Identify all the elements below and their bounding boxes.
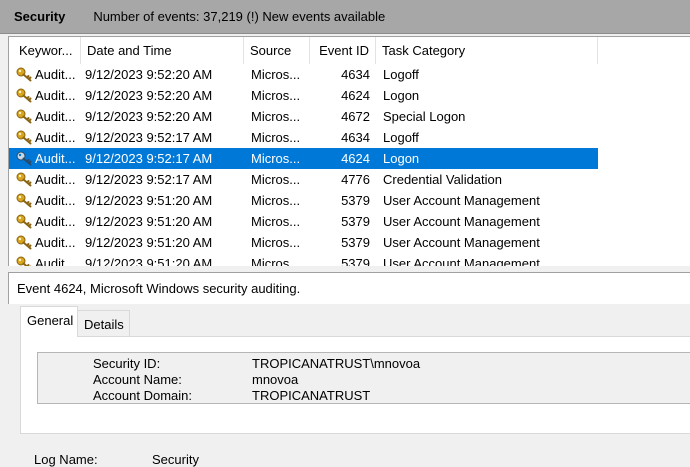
cell-date-time: 9/12/2023 9:51:20 AM [85,235,213,250]
cell-event-id: 4634 [341,67,370,82]
message-field-label: Account Name: [93,372,182,387]
column-header-source[interactable]: Source [244,37,310,64]
cell-task-category: User Account Management [383,214,540,229]
key-icon [16,193,32,208]
column-header-event-id[interactable]: Event ID [310,37,376,64]
log-name: Security [14,9,66,24]
cell-event-id: 5379 [341,214,370,229]
event-message-box[interactable]: Security ID: TROPICANATRUST\mnovoa Account… [37,352,690,404]
tab-details[interactable]: Details [78,310,130,337]
key-icon [16,109,32,124]
cell-date-time: 9/12/2023 9:51:20 AM [85,214,213,229]
cell-keywords: Audit... [35,214,76,229]
cell-date-time: 9/12/2023 9:52:20 AM [85,88,213,103]
cell-source: Micros... [251,172,301,187]
table-row-selected[interactable]: Audit... 9/12/2023 9:52:17 AM Micros... 462… [9,148,598,169]
cell-keywords: Audit... [35,193,76,208]
column-header-task-category[interactable]: Task Category [376,37,598,64]
table-row[interactable]: Audit... 9/12/2023 9:52:17 AM Micros... 477… [9,169,598,190]
cell-keywords: Audit... [35,235,76,250]
event-list[interactable]: Keywor... Date and Time Source Event ID … [8,36,690,268]
table-row[interactable]: Audit... 9/12/2023 9:51:20 AM Micros... 537… [9,211,598,232]
key-icon [16,130,32,145]
cell-date-time: 9/12/2023 9:52:17 AM [85,172,213,187]
cell-event-id: 4624 [341,88,370,103]
cell-date-time: 9/12/2023 9:52:20 AM [85,67,213,82]
cell-keywords: Audit... [35,172,76,187]
cell-source: Micros... [251,235,301,250]
cell-task-category: Logon [383,88,420,103]
column-header-date-time[interactable]: Date and Time [81,37,244,64]
event-detail-title: Event 4624, Microsoft Windows security a… [8,272,690,304]
log-title-bar: Security Number of events: 37,219 (!) Ne… [0,0,690,34]
cell-date-time: 9/12/2023 9:52:17 AM [85,151,213,166]
key-icon [16,151,32,166]
table-row[interactable]: Audit... 9/12/2023 9:51:20 AM Micros... 537… [9,190,598,211]
message-field-value: TROPICANATRUST [252,388,371,403]
cell-task-category: Logoff [383,130,419,145]
cell-keywords: Audit... [35,130,76,145]
key-icon [16,67,32,82]
cell-keywords: Audit... [35,151,76,166]
cell-event-id: 4624 [341,151,370,166]
general-tab-body: Security ID: TROPICANATRUST\mnovoa Account… [20,336,690,467]
cell-date-time: 9/12/2023 9:52:20 AM [85,109,213,124]
tab-general[interactable]: General [20,306,78,337]
log-name-value: Security [152,452,199,467]
column-header-keywords[interactable]: Keywor... [13,37,81,64]
key-icon [16,172,32,187]
table-row[interactable]: Audit... 9/12/2023 9:51:20 AM Micros... 537… [9,232,598,253]
cell-event-id: 4776 [341,172,370,187]
message-field-value: TROPICANATRUST\mnovoa [252,356,421,371]
table-row[interactable]: Audit... 9/12/2023 9:52:20 AM Micros... 462… [9,85,598,106]
cell-task-category: Logon [383,151,420,166]
cell-date-time: 9/12/2023 9:51:20 AM [85,193,213,208]
key-icon [16,235,32,250]
cell-date-time: 9/12/2023 9:52:17 AM [85,130,213,145]
event-count: Number of events: 37,219 (!) New events … [93,9,386,24]
cell-event-id: 4634 [341,130,370,145]
cell-task-category: Credential Validation [383,172,502,187]
cell-source: Micros... [251,67,301,82]
cell-task-category: User Account Management [383,235,540,250]
table-row[interactable]: Audit... 9/12/2023 9:52:20 AM Micros... 463… [9,64,598,85]
cell-source: Micros... [251,193,301,208]
cell-event-id: 4672 [341,109,370,124]
column-header: Keywor... Date and Time Source Event ID … [9,37,690,64]
cell-source: Micros... [251,88,301,103]
cell-event-id: 5379 [341,193,370,208]
message-field-label: Account Domain: [93,388,192,403]
log-name-label: Log Name: [34,452,98,467]
message-field-label: Security ID: [93,356,161,371]
event-detail-pane: General Details Security ID: TROPICANATRU… [8,304,690,467]
key-icon [16,214,32,229]
cell-source: Micros... [251,109,301,124]
table-row[interactable]: Audit... 9/12/2023 9:52:17 AM Micros... 463… [9,127,598,148]
cell-task-category: User Account Management [383,193,540,208]
cell-task-category: Logoff [383,67,419,82]
key-icon [16,88,32,103]
cell-keywords: Audit... [35,109,76,124]
cell-keywords: Audit... [35,67,76,82]
cell-keywords: Audit... [35,88,76,103]
cell-source: Micros... [251,130,301,145]
cell-task-category: Special Logon [383,109,466,124]
cell-source: Micros... [251,214,301,229]
cell-event-id: 5379 [341,235,370,250]
message-field-value: mnovoa [252,372,299,387]
table-row[interactable]: Audit... 9/12/2023 9:52:20 AM Micros... 467… [9,106,598,127]
cell-source: Micros... [251,151,301,166]
